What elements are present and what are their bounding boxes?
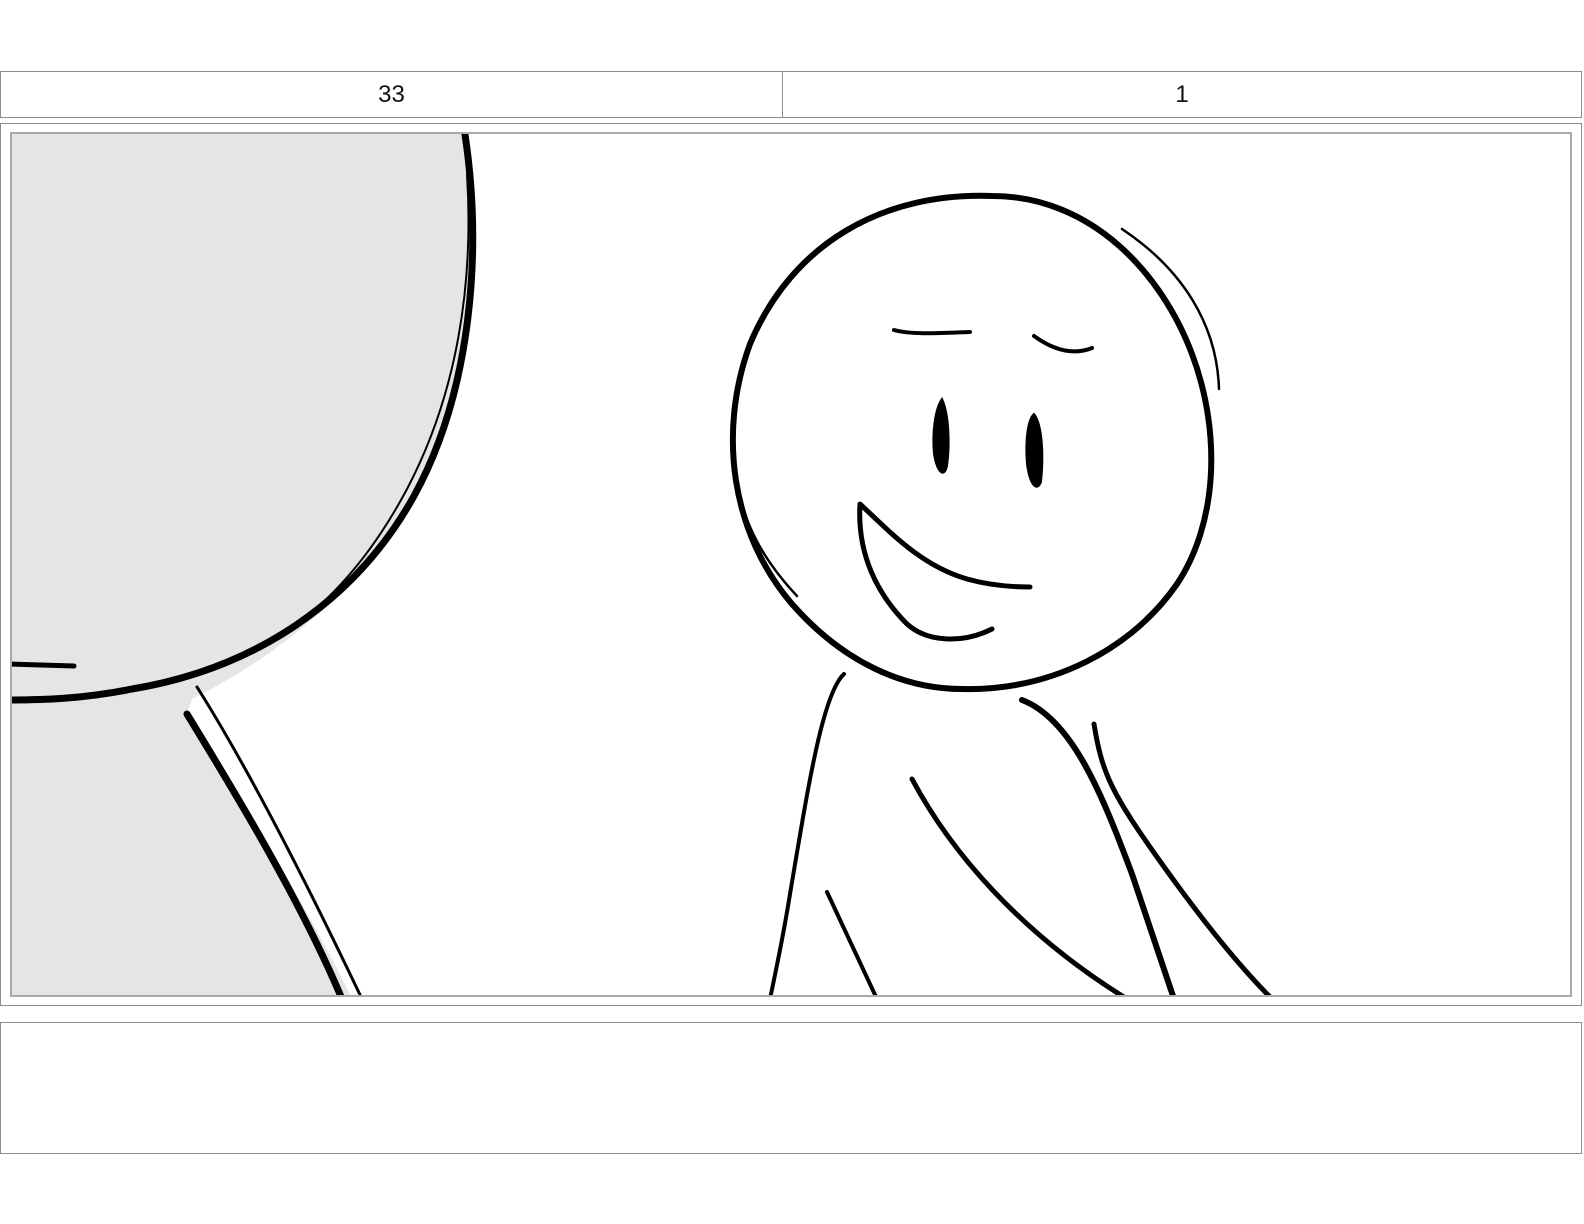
- notes-box[interactable]: [0, 1022, 1582, 1154]
- panel-header: 33 1: [0, 71, 1582, 118]
- scene-number: 33: [1, 72, 783, 117]
- character-arm-line-2: [825, 890, 878, 995]
- foreground-ear-line: [12, 661, 77, 669]
- foreground-character-fill: [12, 134, 472, 995]
- mouth: [857, 501, 1033, 642]
- storyboard-sketch: [12, 134, 1272, 995]
- character-head-outline: [729, 192, 1215, 693]
- storyboard-frame-inner: [10, 132, 1572, 997]
- left-eye: [932, 397, 950, 474]
- storyboard-frame: [0, 123, 1582, 1006]
- character-arm-line-1: [909, 776, 1126, 995]
- character-body-left-line: [768, 672, 846, 995]
- right-eye: [1025, 412, 1044, 488]
- right-eyebrow: [1032, 334, 1094, 354]
- character-arm-line-3: [1091, 721, 1272, 995]
- left-eyebrow: [892, 328, 972, 336]
- panel-number: 1: [1175, 80, 1189, 108]
